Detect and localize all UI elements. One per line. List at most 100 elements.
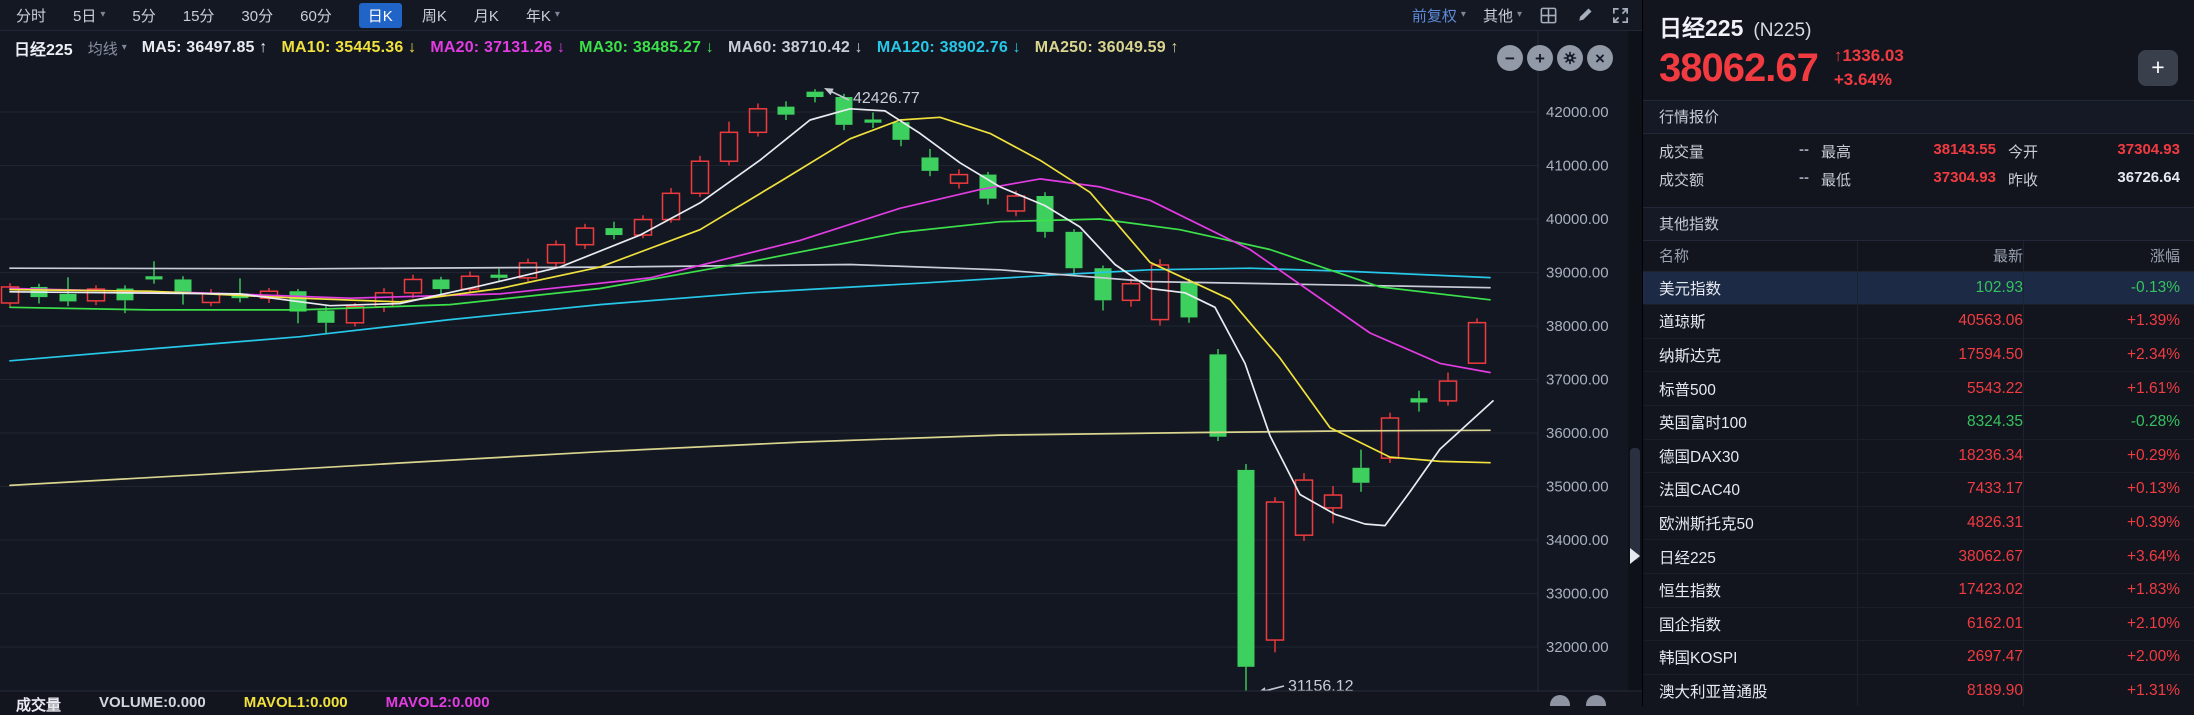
table-row[interactable]: 日经225 38062.67 +3.64% xyxy=(1643,540,2194,574)
settings-icon[interactable] xyxy=(1557,45,1583,71)
index-name: 法国CAC40 xyxy=(1659,482,1740,500)
svg-text:38000.00: 38000.00 xyxy=(1546,318,1609,335)
tab-5min[interactable]: 5分 xyxy=(132,5,155,26)
col-name: 名称 xyxy=(1659,248,1690,266)
brush-icon[interactable] xyxy=(1575,6,1594,25)
tab-15min[interactable]: 15分 xyxy=(183,5,215,26)
col-last: 最新 xyxy=(1857,240,2023,271)
field-value: 37304.93 xyxy=(1933,169,1996,187)
other-dropdown[interactable]: 其他 ▾ xyxy=(1483,5,1522,26)
index-last: 8324.35 xyxy=(1857,405,2023,439)
index-last: 2697.47 xyxy=(1857,641,2023,674)
chevron-down-icon: ▾ xyxy=(1516,9,1522,20)
table-row[interactable]: 韩国KOSPI 2697.47 +2.00% xyxy=(1643,641,2194,675)
index-change: +2.10% xyxy=(2023,607,2180,641)
tab-60min[interactable]: 60分 xyxy=(300,5,332,26)
table-row[interactable]: 法国CAC40 7433.17 +0.13% xyxy=(1643,473,2194,507)
field-label: 最高 xyxy=(1821,144,1852,162)
field-label: 成交量 xyxy=(1659,144,1705,162)
field-value: 37304.93 xyxy=(2117,141,2180,159)
svg-text:39000.00: 39000.00 xyxy=(1546,265,1609,282)
field-label: 最低 xyxy=(1821,172,1852,190)
period-toolbar: 分时 5日 ▾ 5分 15分 30分 60分 日K 周K 月K 年K ▾ 前复权 ▾ … xyxy=(0,0,1642,31)
tab-daily-k[interactable]: 日K xyxy=(358,2,402,28)
adjust-mode-dropdown[interactable]: 前复权 ▾ xyxy=(1412,5,1466,26)
field-value: 38143.55 xyxy=(1933,141,1996,159)
index-name: 美元指数 xyxy=(1659,280,1722,298)
svg-text:33000.00: 33000.00 xyxy=(1546,586,1609,603)
svg-text:35000.00: 35000.00 xyxy=(1546,479,1609,496)
toolbar-right: 前复权 ▾ 其他 ▾ xyxy=(1412,5,1630,26)
table-row[interactable]: 欧洲斯托克50 4826.31 +0.39% xyxy=(1643,506,2194,541)
zoom-in-icon[interactable]: + xyxy=(1527,45,1553,71)
index-last: 102.93 xyxy=(1857,271,2023,305)
zoom-out-icon[interactable]: − xyxy=(1497,45,1523,71)
ma-value-ma30: MA30: 38485.27 ↓ xyxy=(579,39,715,56)
fullscreen-icon[interactable] xyxy=(1611,6,1630,25)
svg-text:42000.00: 42000.00 xyxy=(1546,104,1609,121)
tab-monthly-k[interactable]: 月K xyxy=(474,5,499,26)
ma-values: MA5: 36497.85 ↑ MA10: 35445.36 ↓ MA20: 371… xyxy=(142,39,1179,57)
chart-symbol-label: 日经225 xyxy=(14,42,73,59)
chevron-down-icon: ▾ xyxy=(554,9,560,20)
quote-row: 成交额 -- 最低 37304.93 昨收 36726.64 xyxy=(1659,166,2180,194)
index-name: 欧洲斯托克50 xyxy=(1659,516,1754,534)
svg-text:34000.00: 34000.00 xyxy=(1546,532,1609,549)
candlestick-chart[interactable]: 42000.00 41000.00 40000.00 39000.00 38000.00… xyxy=(0,0,1642,715)
index-last: 17423.02 xyxy=(1857,573,2023,607)
ma-value-ma10: MA10: 35445.36 ↓ xyxy=(281,39,417,56)
col-change: 涨幅 xyxy=(2023,240,2180,271)
table-row[interactable]: 国企指数 6162.01 +2.10% xyxy=(1643,607,2194,642)
table-row[interactable]: 美元指数 102.93 -0.13% xyxy=(1643,271,2194,306)
svg-text:37000.00: 37000.00 xyxy=(1546,372,1609,389)
ma-value-ma5: MA5: 36497.85 ↑ xyxy=(141,39,268,56)
table-row[interactable]: 澳大利亚普通股 8189.90 +1.31% xyxy=(1643,674,2194,706)
tab-weekly-k[interactable]: 周K xyxy=(422,5,447,26)
quote-summary: 成交量 -- 最高 38143.55 今开 37304.93 成交额 -- 最低 3730… xyxy=(1643,134,2194,199)
ma-selector-dropdown[interactable]: 均线 ▾ xyxy=(88,38,127,59)
index-name: 标普500 xyxy=(1659,381,1716,399)
chart-panel: 分时 5日 ▾ 5分 15分 30分 60分 日K 周K 月K 年K ▾ 前复权 ▾ … xyxy=(0,0,1642,715)
tab-minute[interactable]: 分时 xyxy=(16,5,46,26)
svg-text:40000.00: 40000.00 xyxy=(1546,211,1609,228)
table-row[interactable]: 标普500 5543.22 +1.61% xyxy=(1643,372,2194,406)
grid-layout-icon[interactable] xyxy=(1539,6,1558,25)
tab-5day[interactable]: 5日 ▾ xyxy=(73,5,105,26)
field-value: 36726.64 xyxy=(2117,169,2180,187)
index-name: 德国DAX30 xyxy=(1659,448,1740,466)
index-name: 英国富时100 xyxy=(1659,415,1747,433)
index-last: 40563.06 xyxy=(1857,305,2023,338)
tab-30min[interactable]: 30分 xyxy=(241,5,273,26)
index-last: 5543.22 xyxy=(1857,372,2023,405)
svg-text:32000.00: 32000.00 xyxy=(1546,639,1609,656)
volume-value-2: MAVOL2:0.000 xyxy=(385,694,490,711)
volume-value-0: VOLUME:0.000 xyxy=(99,694,206,711)
add-to-watchlist-button[interactable]: + xyxy=(2138,49,2178,86)
stock-app: 分时 5日 ▾ 5分 15分 30分 60分 日K 周K 月K 年K ▾ 前复权 ▾ … xyxy=(0,0,2194,715)
index-change: +0.29% xyxy=(2023,439,2180,473)
indicator-bar: 日经225 均线 ▾ MA5: 36497.85 ↑ MA10: 35445.36 … xyxy=(14,36,1179,60)
quote-row: 成交量 -- 最高 38143.55 今开 37304.93 xyxy=(1659,138,2180,166)
index-change: +1.31% xyxy=(2023,674,2180,706)
chevron-down-icon: ▾ xyxy=(1460,9,1466,20)
ma-value-ma120: MA120: 38902.76 ↓ xyxy=(876,39,1021,56)
field-value: -- xyxy=(1799,141,1809,159)
table-row[interactable]: 英国富时100 8324.35 -0.28% xyxy=(1643,405,2194,440)
table-row[interactable]: 恒生指数 17423.02 +1.83% xyxy=(1643,573,2194,608)
close-icon[interactable]: × xyxy=(1587,45,1613,71)
index-change: +2.00% xyxy=(2023,641,2180,674)
volume-values: VOLUME:0.000 MAVOL1:0.000 MAVOL2:0.000 xyxy=(99,694,490,715)
field-label: 今开 xyxy=(2008,144,2039,162)
index-change: +0.13% xyxy=(2023,473,2180,506)
table-row[interactable]: 德国DAX30 18236.34 +0.29% xyxy=(1643,439,2194,474)
index-change: +1.39% xyxy=(2023,305,2180,338)
index-change: -0.28% xyxy=(2023,405,2180,439)
field-label: 昨收 xyxy=(2008,172,2039,190)
table-row[interactable]: 纳斯达克 17594.50 +2.34% xyxy=(1643,338,2194,373)
volume-pane-label: 成交量 xyxy=(16,697,62,714)
index-change: +2.34% xyxy=(2023,338,2180,372)
last-price: 38062.67 xyxy=(1659,45,1819,90)
table-row[interactable]: 道琼斯 40563.06 +1.39% xyxy=(1643,305,2194,339)
tab-yearly-k[interactable]: 年K ▾ xyxy=(526,5,560,26)
ma-value-ma250: MA250: 36049.59 ↑ xyxy=(1034,39,1179,56)
